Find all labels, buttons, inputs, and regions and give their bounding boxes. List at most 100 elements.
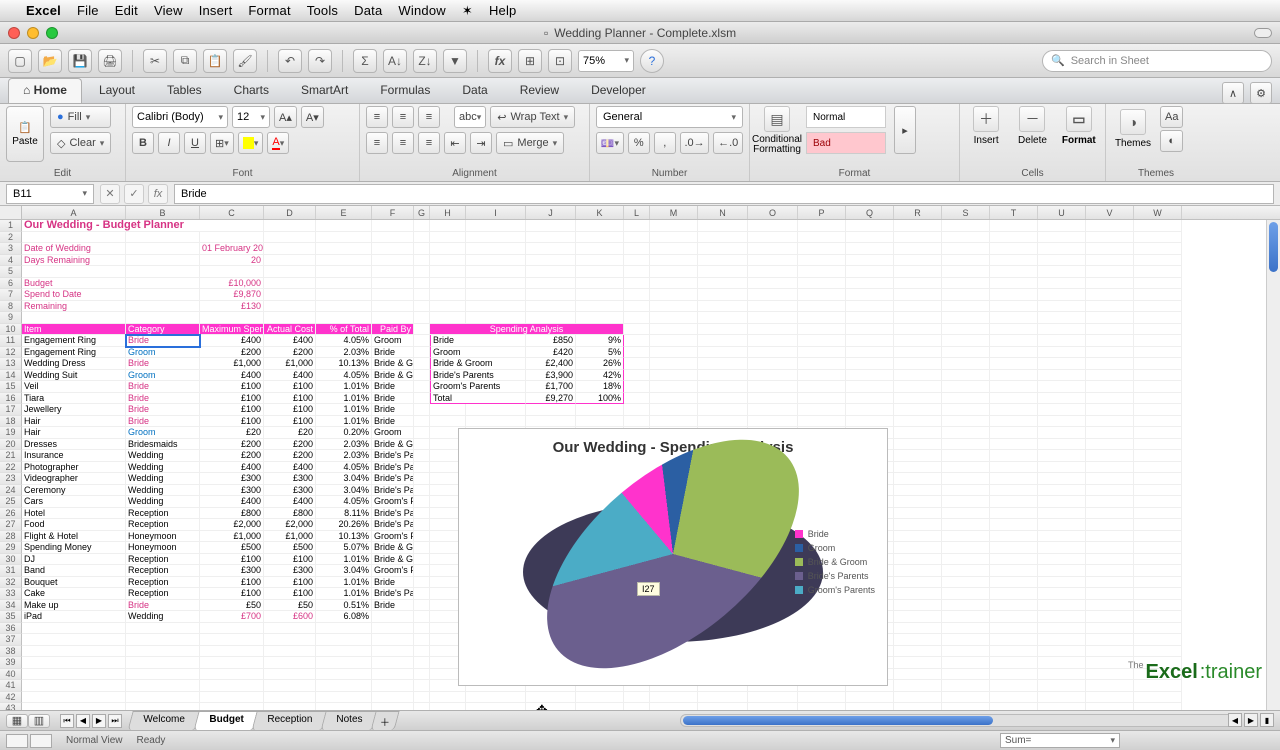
formula-input[interactable]: Bride [174,184,1274,204]
zoom-select[interactable]: 75% [578,50,634,72]
redo-button[interactable]: ↷ [308,49,332,73]
view-mode-1[interactable] [6,734,28,748]
tab-tables[interactable]: Tables [152,78,217,103]
menu-tools[interactable]: Tools [307,3,338,18]
ribbon-settings-button[interactable]: ⚙ [1250,82,1272,104]
sheet-tab-welcome[interactable]: Welcome [127,711,200,731]
styles-more-button[interactable]: ▸ [894,106,916,154]
menu-excel[interactable]: Excel [26,3,61,18]
save-button[interactable]: 💾 [68,49,92,73]
themes-button[interactable]: ◑Themes [1112,109,1154,149]
close-window-button[interactable] [8,27,20,39]
tab-formulas[interactable]: Formulas [365,78,445,103]
col-header-I[interactable]: I [466,206,526,219]
format-cells-button[interactable]: ▭Format [1059,106,1099,146]
ribbon-collapse-button[interactable]: ∧ [1222,82,1244,104]
tab-layout[interactable]: Layout [84,78,150,103]
menu-format[interactable]: Format [248,3,290,18]
decrease-indent-button[interactable]: ⇤ [444,132,466,154]
hscroll-left-button[interactable]: ◀ [1228,713,1242,727]
menu-window[interactable]: Window [398,3,445,18]
new-button[interactable]: ▢ [8,49,32,73]
titlebar-button[interactable] [1254,28,1272,38]
cancel-formula-button[interactable]: ✕ [100,184,120,204]
style-bad[interactable]: Bad [806,132,886,154]
italic-button[interactable]: I [158,132,180,154]
vertical-scroll-thumb[interactable] [1269,222,1278,272]
bold-button[interactable]: B [132,132,154,154]
fx-button[interactable]: fx [488,49,512,73]
col-header-M[interactable]: M [650,206,698,219]
wrap-text-button[interactable]: ↩Wrap Text [490,106,575,128]
col-header-G[interactable]: G [414,206,430,219]
increase-indent-button[interactable]: ⇥ [470,132,492,154]
chart-pie[interactable]: Our Wedding - Spending Analysis I27 Brid… [458,428,888,686]
horizontal-scroll-thumb[interactable] [683,716,993,725]
menu-data[interactable]: Data [354,3,382,18]
sum-select[interactable]: Sum= [1000,733,1120,748]
col-header-P[interactable]: P [798,206,846,219]
fx-insert-button[interactable]: fx [148,184,168,204]
fill-color-button[interactable] [238,132,264,154]
tab-smartart[interactable]: SmartArt [286,78,363,103]
underline-button[interactable]: U [184,132,206,154]
col-header-H[interactable]: H [430,206,466,219]
sheet-tab-budget[interactable]: Budget [193,711,259,731]
copy-button[interactable]: ⧉ [173,49,197,73]
sheet-prev-button[interactable]: ◀ [76,714,90,728]
insert-cells-button[interactable]: ＋Insert [966,106,1006,146]
print-button[interactable]: 🖨 [98,49,122,73]
open-button[interactable]: 📂 [38,49,62,73]
view-mode-2[interactable] [30,734,52,748]
minimize-window-button[interactable] [27,27,39,39]
align-right-button[interactable]: ≡ [418,132,440,154]
currency-button[interactable]: 💷 [596,132,624,154]
number-format-select[interactable]: General [596,106,743,128]
tab-home[interactable]: Home [8,78,82,103]
col-header-O[interactable]: O [748,206,798,219]
align-middle-button[interactable]: ≡ [392,106,414,128]
borders-button[interactable]: ⊞ [210,132,234,154]
hscroll-split-button[interactable]: ▮ [1260,713,1274,727]
col-header-J[interactable]: J [526,206,576,219]
col-header-V[interactable]: V [1086,206,1134,219]
hscroll-right-button[interactable]: ▶ [1244,713,1258,727]
col-header-T[interactable]: T [990,206,1038,219]
menu-edit[interactable]: Edit [115,3,138,18]
col-header-N[interactable]: N [698,206,748,219]
zoom-window-button[interactable] [46,27,58,39]
decrease-decimal-button[interactable]: ←.0 [713,132,743,154]
conditional-formatting-button[interactable]: ▤ Conditional Formatting [756,106,798,155]
sort-asc-button[interactable]: A↓ [383,49,407,73]
style-normal[interactable]: Normal [806,106,886,128]
sheet-last-button[interactable]: ⏭ [108,714,122,728]
col-header-D[interactable]: D [264,206,316,219]
filter-button[interactable]: ▼ [443,49,467,73]
mac-menubar[interactable]: Excel File Edit View Insert Format Tools… [0,0,1280,22]
sheet-tab-reception[interactable]: Reception [251,711,327,731]
format-painter-button[interactable]: 🖌 [233,49,257,73]
horizontal-scrollbar[interactable] [680,714,1240,727]
delete-cells-button[interactable]: －Delete [1012,106,1052,146]
show-formulas-button[interactable]: ⊞ [518,49,542,73]
increase-font-button[interactable]: A▴ [274,106,297,128]
sheet-next-button[interactable]: ▶ [92,714,106,728]
add-sheet-button[interactable]: ＋ [370,711,399,731]
menu-view[interactable]: View [154,3,183,18]
col-header-K[interactable]: K [576,206,624,219]
help-button[interactable]: ? [640,49,664,73]
col-header-A[interactable]: A [22,206,126,219]
page-layout-view-icon[interactable]: ▥ [28,714,50,728]
normal-view-icon[interactable]: ▦ [6,714,28,728]
undo-button[interactable]: ↶ [278,49,302,73]
paste-big-button[interactable]: 📋 Paste [6,106,44,162]
align-bottom-button[interactable]: ≡ [418,106,440,128]
col-header-Q[interactable]: Q [846,206,894,219]
orientation-button[interactable]: abc [454,106,486,128]
clear-button[interactable]: ◇Clear [50,132,111,154]
col-header-W[interactable]: W [1134,206,1182,219]
col-header-C[interactable]: C [200,206,264,219]
theme-fonts-button[interactable]: ◐ [1160,130,1183,152]
col-header-S[interactable]: S [942,206,990,219]
script-icon[interactable]: ✶ [462,3,473,19]
